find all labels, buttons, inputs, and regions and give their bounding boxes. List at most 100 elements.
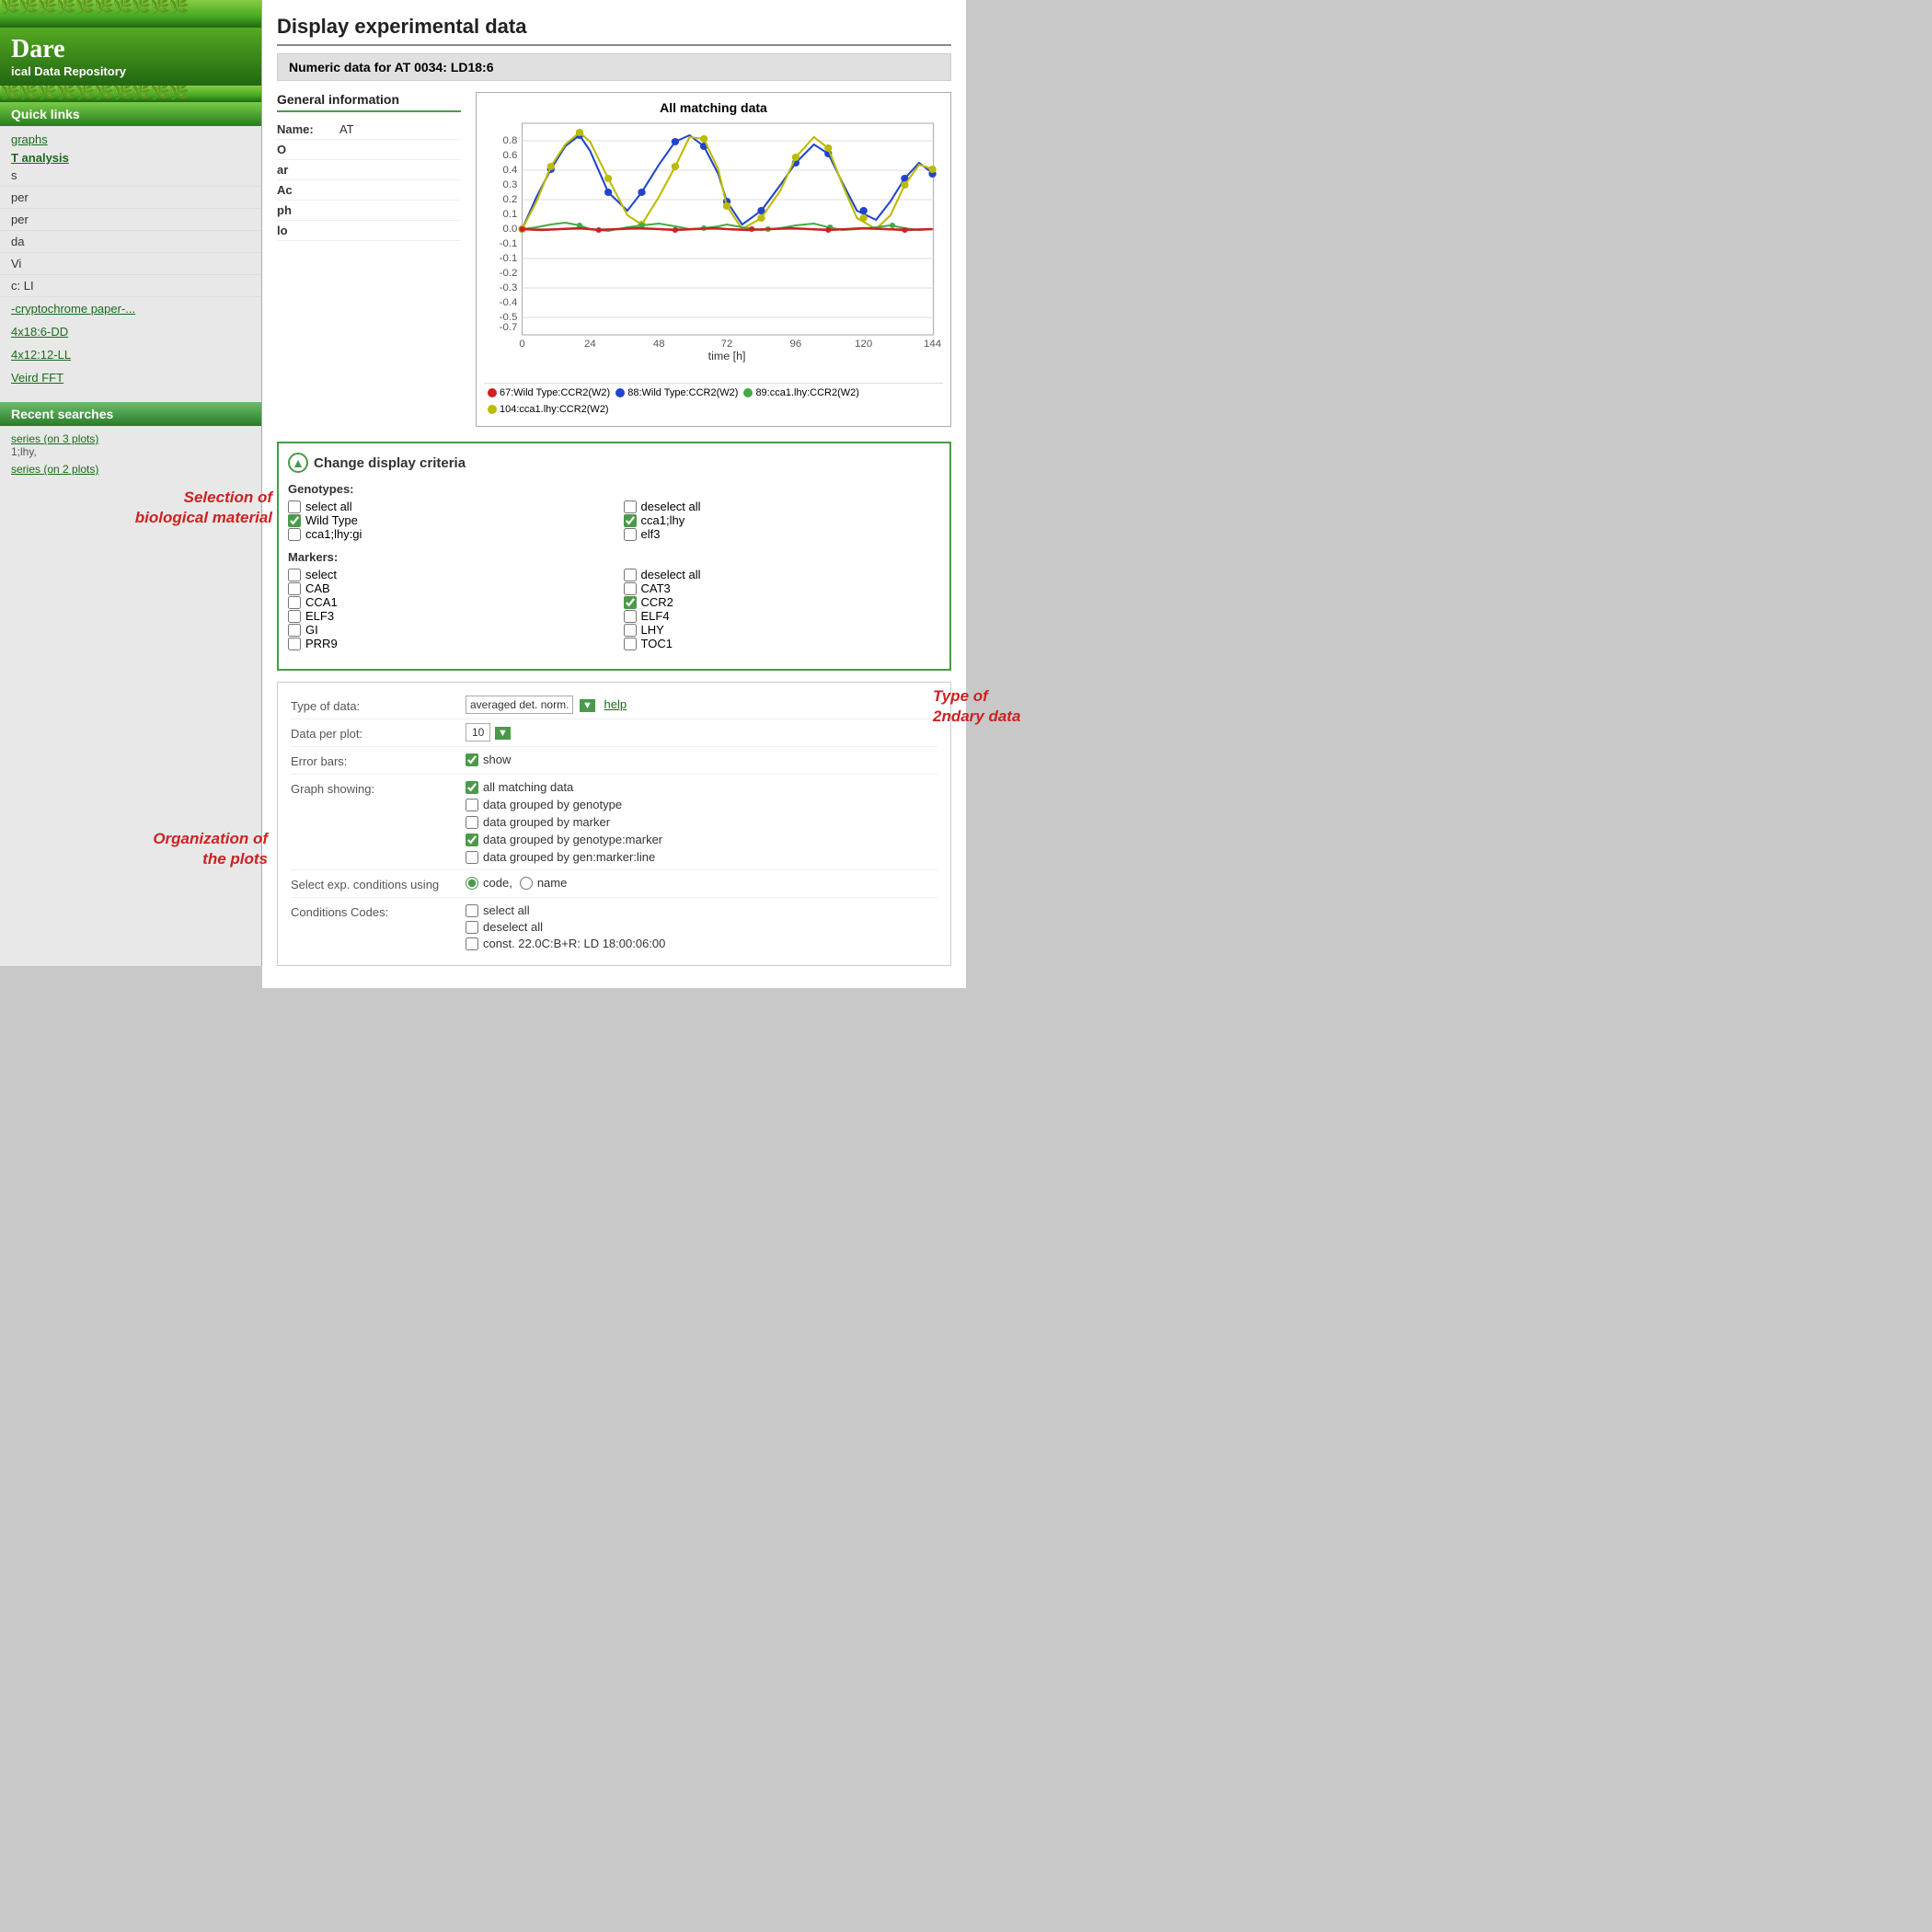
marker-prr9-cb[interactable] — [288, 638, 301, 650]
select-exp-value: code, name — [466, 876, 937, 890]
graph-option-1[interactable]: data grouped by genotype — [466, 798, 937, 811]
info-row-name: Name: AT — [277, 120, 461, 140]
graph-option-2-cb[interactable] — [466, 816, 478, 829]
genotype-cca1-lhy-gi-cb[interactable] — [288, 528, 301, 541]
sidebar-link-crypto[interactable]: -cryptochrome paper-... — [0, 297, 261, 320]
genotype-wild-type-cb[interactable] — [288, 514, 301, 527]
graph-option-4-cb[interactable] — [466, 851, 478, 864]
conditions-option-2[interactable]: const. 22.0C:B+R: LD 18:00:06:00 — [466, 937, 937, 950]
marker-gi-cb[interactable] — [288, 624, 301, 637]
conditions-deselect-all-label: deselect all — [483, 920, 543, 934]
marker-gi[interactable]: GI — [288, 623, 605, 637]
marker-ccr2[interactable]: CCR2 — [624, 595, 941, 609]
conditions-label: Conditions Codes: — [291, 903, 456, 919]
genotype-elf3[interactable]: elf3 — [624, 527, 941, 541]
select-exp-name-radio[interactable] — [520, 877, 533, 890]
info-label-3: ph — [277, 203, 332, 217]
marker-ccr2-cb[interactable] — [624, 596, 637, 609]
marker-cat3-cb[interactable] — [624, 582, 637, 595]
markers-label: Markers: — [288, 550, 940, 564]
marker-elf3-label: ELF3 — [305, 609, 334, 623]
info-label-1: ar — [277, 163, 332, 177]
marker-toc1-cb[interactable] — [624, 638, 637, 650]
svg-text:0.1: 0.1 — [503, 209, 518, 220]
genotype-select-all-cb[interactable] — [288, 500, 301, 513]
marker-lhy[interactable]: LHY — [624, 623, 941, 637]
chart-title: All matching data — [484, 100, 943, 115]
genotype-cca1-lhy-gi[interactable]: cca1;lhy:gi — [288, 527, 605, 541]
marker-lhy-cb[interactable] — [624, 624, 637, 637]
marker-cca1[interactable]: CCA1 — [288, 595, 605, 609]
graph-option-4-label: data grouped by gen:marker:line — [483, 850, 655, 864]
type-dropdown[interactable]: averaged det. norm. — [466, 696, 573, 714]
sidebar-link-tanalysis[interactable]: T analysis — [0, 147, 80, 168]
conditions-option-1[interactable]: deselect all — [466, 920, 937, 934]
conditions-option-0[interactable]: select all — [466, 903, 937, 917]
select-exp-name[interactable]: name — [520, 876, 568, 890]
marker-cca1-cb[interactable] — [288, 596, 301, 609]
marker-cab[interactable]: CAB — [288, 581, 605, 595]
conditions-const-cb[interactable] — [466, 937, 478, 950]
svg-text:time [h]: time [h] — [708, 350, 746, 362]
genotype-cca1-lhy-cb[interactable] — [624, 514, 637, 527]
info-label-name: Name: — [277, 122, 332, 136]
select-exp-code-radio[interactable] — [466, 877, 478, 890]
genotype-elf3-cb[interactable] — [624, 528, 637, 541]
legend-item-3: 104:cca1.lhy:CCR2(W2) — [488, 404, 609, 415]
info-label-4: lo — [277, 224, 332, 237]
marker-ccr2-label: CCR2 — [641, 595, 673, 609]
sidebar-title-area: Dare ical Data Repository — [0, 28, 261, 86]
data-per-plot-input[interactable]: 10 — [466, 723, 490, 742]
marker-cat3-label: CAT3 — [641, 581, 671, 595]
select-exp-code[interactable]: code, — [466, 876, 512, 890]
marker-elf3-cb[interactable] — [288, 610, 301, 623]
graph-option-3[interactable]: data grouped by genotype:marker — [466, 833, 937, 846]
graph-option-1-cb[interactable] — [466, 799, 478, 811]
genotype-deselect-all-cb[interactable] — [624, 500, 637, 513]
conditions-options: select all deselect all const. 22.0C:B+R… — [466, 903, 937, 950]
marker-elf3[interactable]: ELF3 — [288, 609, 605, 623]
genotype-cca1-lhy[interactable]: cca1;lhy — [624, 513, 941, 527]
error-bars-cb[interactable] — [466, 753, 478, 766]
conditions-select-all-cb[interactable] — [466, 904, 478, 917]
marker-elf4-cb[interactable] — [624, 610, 637, 623]
svg-text:-0.4: -0.4 — [500, 297, 518, 308]
genotype-select-all[interactable]: select all — [288, 500, 605, 513]
criteria-panel: ▲ Change display criteria Genotypes: sel… — [277, 442, 951, 671]
error-bars-checkbox-label[interactable]: show — [466, 753, 937, 766]
marker-deselect-all-cb[interactable] — [624, 569, 637, 581]
sidebar-link-4x12[interactable]: 4x12:12-LL — [0, 343, 261, 366]
data-label-bar: Numeric data for AT 0034: LD18:6 — [277, 53, 951, 81]
graph-option-0[interactable]: all matching data — [466, 780, 937, 794]
marker-select-cb[interactable] — [288, 569, 301, 581]
graph-option-2[interactable]: data grouped by marker — [466, 815, 937, 829]
conditions-deselect-all-cb[interactable] — [466, 921, 478, 934]
marker-toc1[interactable]: TOC1 — [624, 637, 941, 650]
marker-elf4[interactable]: ELF4 — [624, 609, 941, 623]
marker-elf4-label: ELF4 — [641, 609, 670, 623]
data-per-plot-value: 10 ▼ — [466, 725, 937, 739]
genotype-wild-type[interactable]: Wild Type — [288, 513, 605, 527]
sidebar-link-4x18[interactable]: 4x18:6-DD — [0, 320, 261, 343]
graph-option-0-cb[interactable] — [466, 781, 478, 794]
genotype-right-col: deselect all cca1;lhy elf3 — [624, 500, 941, 541]
up-arrow-icon[interactable]: ▲ — [288, 453, 308, 473]
marker-deselect-all[interactable]: deselect all — [624, 568, 941, 581]
sidebar-link-veirdfft[interactable]: Veird FFT — [0, 366, 261, 389]
genotype-deselect-all[interactable]: deselect all — [624, 500, 941, 513]
app-subtitle: ical Data Repository — [11, 64, 250, 78]
genotype-select-all-label: select all — [305, 500, 352, 513]
marker-cab-cb[interactable] — [288, 582, 301, 595]
marker-right-col: deselect all CAT3 CCR2 ELF4 LHY — [624, 568, 941, 650]
marker-cat3[interactable]: CAT3 — [624, 581, 941, 595]
marker-select[interactable]: select — [288, 568, 605, 581]
graph-option-4[interactable]: data grouped by gen:marker:line — [466, 850, 937, 864]
marker-prr9[interactable]: PRR9 — [288, 637, 605, 650]
graph-option-3-cb[interactable] — [466, 834, 478, 846]
help-link[interactable]: help — [604, 697, 627, 711]
sidebar-item-per2: per — [0, 209, 261, 231]
info-row-2: Ac — [277, 180, 461, 201]
info-row-1: ar — [277, 160, 461, 180]
genotype-deselect-all-label: deselect all — [641, 500, 701, 513]
recent-item-2[interactable]: series (on 2 plots) — [0, 459, 109, 479]
